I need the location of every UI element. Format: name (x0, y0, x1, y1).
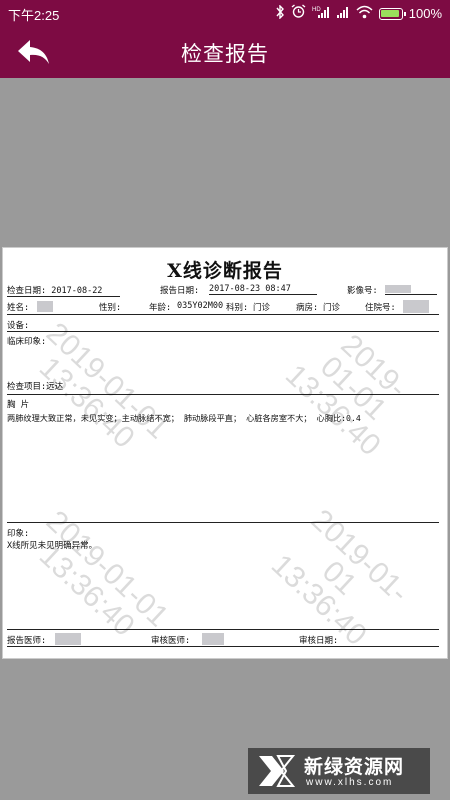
app-bar: 检查报告 (0, 26, 450, 78)
reviewer-label: 审核医师: (151, 636, 191, 646)
doctor-label: 报告医师: (7, 636, 47, 646)
brand-watermark: 新绿资源网 www.xlhs.com (248, 748, 430, 794)
signal-hd-icon: HD (312, 5, 330, 23)
bluetooth-icon (275, 3, 285, 23)
brand-url: www.xlhs.com (306, 777, 394, 788)
divider (7, 314, 439, 315)
dept-value: 门诊 (253, 303, 271, 313)
wifi-icon (356, 5, 373, 23)
ward-value: 门诊 (323, 303, 341, 313)
age-value: 035Y02M00 (177, 301, 224, 311)
image-no-value (385, 284, 437, 295)
name-value (37, 301, 53, 312)
status-icons: HD 100% (275, 3, 442, 23)
report-document: X线诊断报告 检查日期: 2017-08-22 报告日期: 2017-08-23… (2, 247, 448, 659)
exam-date-label: 检查日期: (7, 286, 47, 296)
exam-date-value: 2017-08-22 (51, 286, 103, 296)
report-date-label: 报告日期: (160, 286, 200, 296)
brand-logo-icon (256, 753, 296, 793)
name-label: 姓名: (7, 303, 30, 313)
gender-label: 性别: (99, 303, 122, 313)
page-title: 检查报告 (181, 42, 269, 66)
report-title: X线诊断报告 (167, 260, 283, 282)
image-no-label: 影像号: (347, 286, 378, 296)
admission-label: 住院号: (365, 303, 396, 313)
status-time: 下午2:25 (8, 8, 60, 23)
brand-name: 新绿资源网 (304, 756, 405, 778)
signal-icon (336, 5, 350, 23)
report-date-value: 2017-08-23 08:47 (209, 284, 317, 295)
reviewer-value (202, 633, 224, 645)
svg-text:HD: HD (312, 7, 321, 13)
battery-percent: 100% (408, 6, 442, 21)
status-bar: 下午2:25 HD 100% (0, 0, 450, 26)
alarm-icon (291, 4, 306, 23)
ward-label: 病房: (296, 303, 319, 313)
doctor-value (55, 633, 81, 645)
exam-date-field: 检查日期: 2017-08-22 (7, 284, 120, 297)
age-label: 年龄: (149, 303, 172, 313)
admission-value (403, 300, 429, 313)
divider (7, 646, 439, 647)
exam-item-label: 检查项目: (7, 382, 47, 392)
dept-label: 科别: (226, 303, 249, 313)
battery-icon (378, 7, 406, 20)
